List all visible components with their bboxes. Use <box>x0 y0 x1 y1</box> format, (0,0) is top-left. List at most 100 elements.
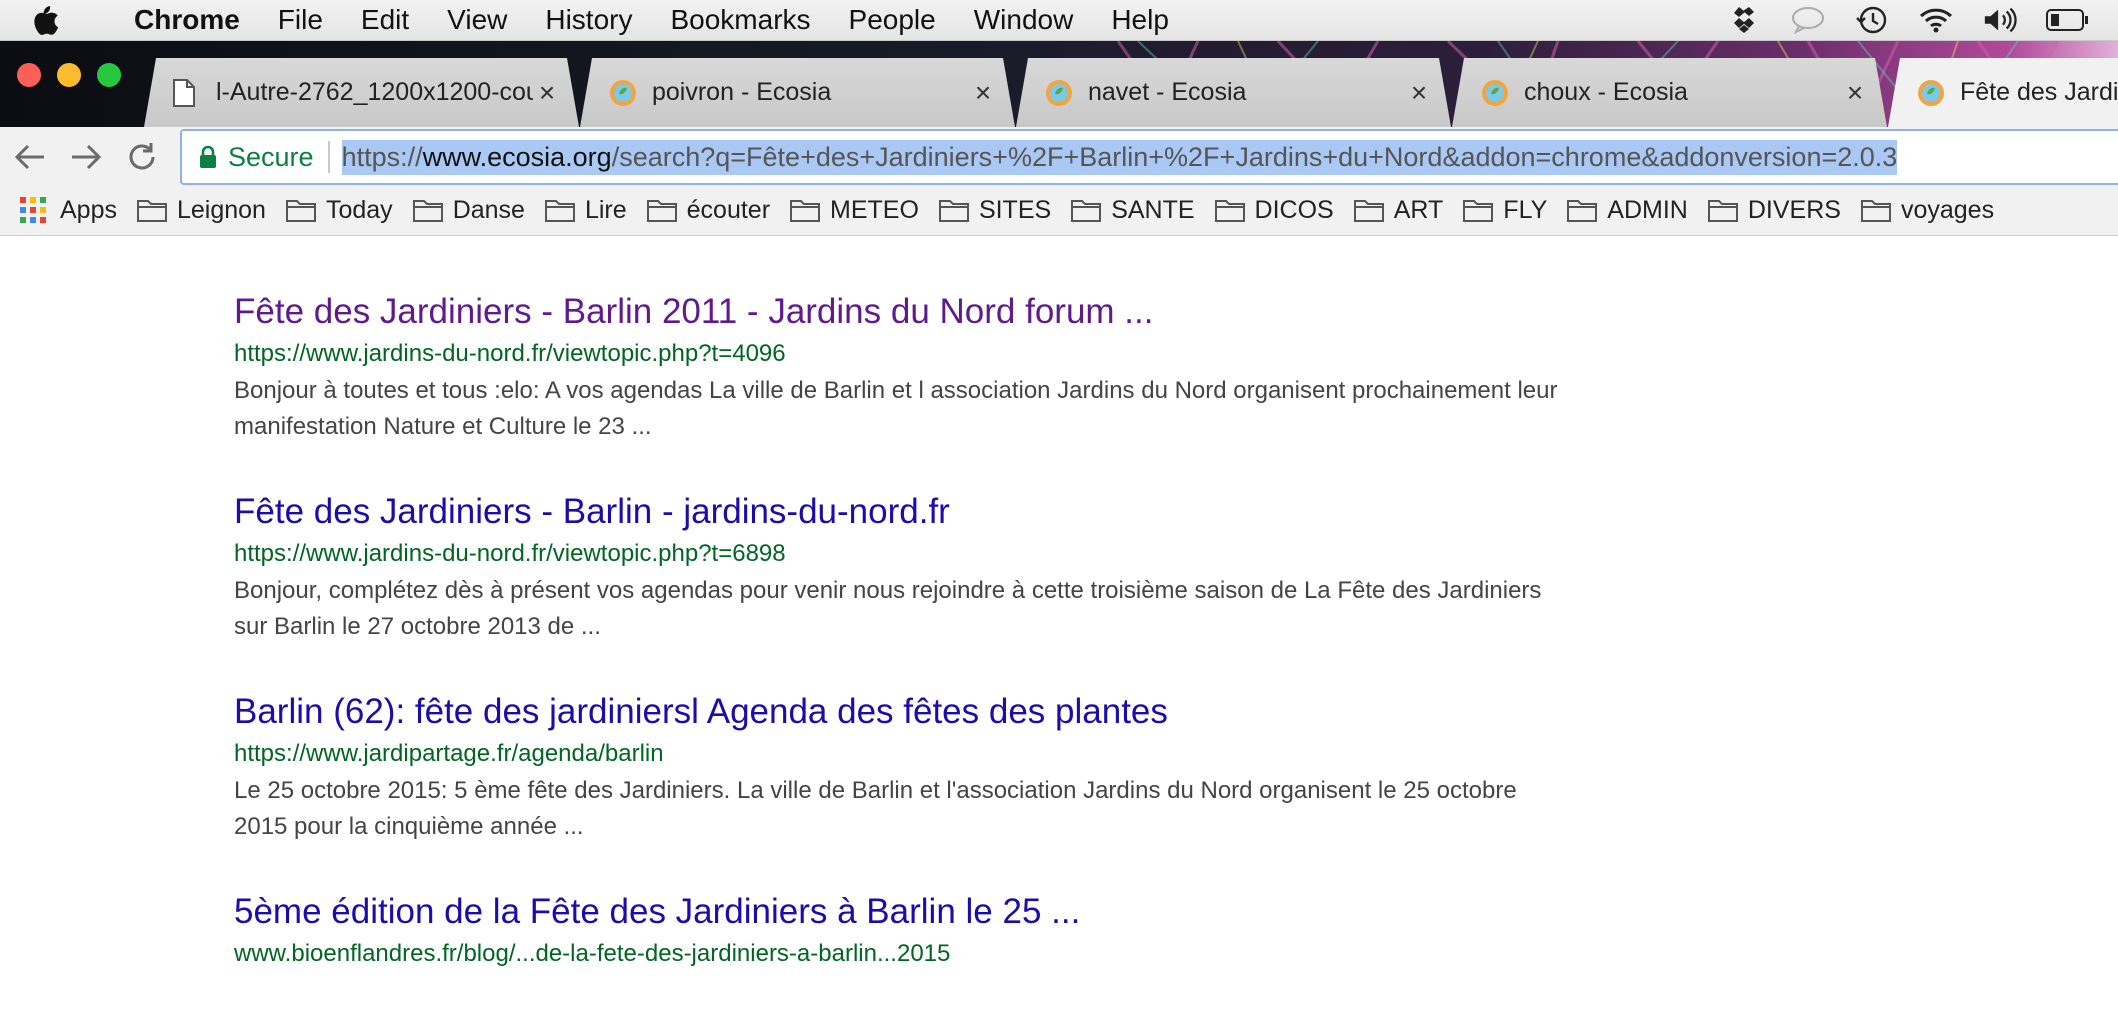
bookmark-label: DIVERS <box>1747 195 1841 224</box>
url-host: www.ecosia.org <box>422 141 612 172</box>
tab-close-icon[interactable]: × <box>969 77 997 109</box>
result-snippet: Bonjour, complétez dès à présent vos age… <box>234 577 1542 640</box>
menu-history[interactable]: History <box>545 4 632 36</box>
search-results: Fête des Jardiniers - Barlin 2011 - Jard… <box>234 290 1574 1016</box>
menu-view[interactable]: View <box>447 4 507 36</box>
browser-toolbar: Secure https://www.ecosia.org/search?q=F… <box>0 127 2118 185</box>
url-text[interactable]: https://www.ecosia.org/search?q=Fête+des… <box>341 139 1898 175</box>
secure-label[interactable]: Secure <box>228 142 314 173</box>
address-bar[interactable]: Secure https://www.ecosia.org/search?q=F… <box>180 129 2118 185</box>
time-machine-icon[interactable] <box>1854 5 1890 35</box>
result-title-link[interactable]: 5ème édition de la Fête des Jardiniers à… <box>234 890 1574 934</box>
menu-edit[interactable]: Edit <box>361 4 409 36</box>
tab-title: poivron - Ecosia <box>652 78 832 106</box>
tab-close-icon[interactable]: × <box>533 77 561 109</box>
url-path: /search?q=Fête+des+Jardiniers+%2F+Barlin… <box>611 141 1898 172</box>
result-url: www.bioenflandres.fr/blog/...de-la-fete-… <box>234 940 951 967</box>
window-close-button[interactable] <box>17 63 41 87</box>
menu-help[interactable]: Help <box>1111 4 1169 36</box>
wifi-icon[interactable] <box>1918 5 1954 35</box>
result-url: https://www.jardipartage.fr/agenda/barli… <box>234 740 664 767</box>
search-result: Fête des Jardiniers - Barlin 2011 - Jard… <box>234 290 1574 445</box>
bookmark-folder-leignon[interactable]: Leignon <box>136 195 266 225</box>
tab-title: Fête des Jardi <box>1960 78 2118 106</box>
apple-icon[interactable] <box>30 4 74 36</box>
result-title-link[interactable]: Barlin (62): fête des jardiniersl Agenda… <box>234 690 1574 734</box>
menu-people[interactable]: People <box>849 4 936 36</box>
folder-icon <box>1463 197 1495 223</box>
bookmark-folder-fly[interactable]: FLY <box>1463 196 1547 225</box>
bookmark-label: Apps <box>60 195 117 224</box>
bookmark-folder-art[interactable]: ART <box>1353 195 1444 225</box>
result-title-link[interactable]: Fête des Jardiniers - Barlin 2011 - Jard… <box>234 290 1574 334</box>
tab-strip: l-Autre-2762_1200x1200-cou × poivron - E… <box>0 41 2118 127</box>
result-url: https://www.jardins-du-nord.fr/viewtopic… <box>234 540 786 567</box>
battery-icon[interactable] <box>2046 5 2090 35</box>
tab-autre-image[interactable]: l-Autre-2762_1200x1200-cou × <box>144 58 579 127</box>
bookmark-label: Leignon <box>176 195 266 224</box>
volume-icon[interactable] <box>1982 5 2018 35</box>
bookmark-label: METEO <box>830 195 919 224</box>
tab-choux[interactable]: choux - Ecosia × <box>1452 58 1887 127</box>
menu-bookmarks[interactable]: Bookmarks <box>670 4 810 36</box>
result-snippet: Bonjour à toutes et tous :elo: A vos age… <box>234 377 1558 440</box>
tab-title: l-Autre-2762_1200x1200-cou <box>216 78 533 106</box>
dropbox-icon[interactable] <box>1726 5 1762 35</box>
tab-close-icon[interactable]: × <box>1405 77 1433 109</box>
bookmark-folder-sante[interactable]: SANTE <box>1071 195 1195 225</box>
bookmark-label: voyages <box>1900 195 1995 224</box>
bookmark-folder-sites[interactable]: SITES <box>938 195 1052 225</box>
ecosia-icon <box>1480 78 1510 108</box>
search-result: Fête des Jardiniers - Barlin - jardins-d… <box>234 490 1574 645</box>
bookmark-label: SITES <box>978 195 1052 224</box>
tab-fete-des-jardiniers[interactable]: Fête des Jardi <box>1888 58 2118 127</box>
folder-icon <box>790 197 822 223</box>
bookmark-folder-dicos[interactable]: DICOS <box>1214 195 1334 225</box>
folder-icon <box>1071 197 1103 223</box>
ecosia-icon <box>1044 78 1074 108</box>
window-zoom-button[interactable] <box>97 63 121 87</box>
bookmark-folder-ecouter[interactable]: écouter <box>646 196 770 225</box>
reload-button[interactable] <box>120 135 164 179</box>
result-title-link[interactable]: Fête des Jardiniers - Barlin - jardins-d… <box>234 490 1574 534</box>
search-result: Barlin (62): fête des jardiniersl Agenda… <box>234 690 1574 845</box>
bookmark-folder-danse[interactable]: Danse <box>412 196 525 225</box>
bookmark-apps[interactable]: Apps <box>20 196 117 225</box>
bookmark-label: SANTE <box>1111 195 1195 224</box>
url-scheme: https:// <box>341 141 423 172</box>
bookmark-folder-divers[interactable]: DIVERS <box>1707 195 1841 225</box>
bookmarks-bar: Apps Leignon Today Danse Lire écouter ME… <box>0 185 2118 236</box>
folder-icon <box>1567 197 1599 223</box>
forward-button[interactable] <box>64 135 108 179</box>
folder-icon <box>938 197 971 223</box>
menu-app-name[interactable]: Chrome <box>134 4 240 36</box>
status-tray <box>1726 0 2118 40</box>
menu-file[interactable]: File <box>278 4 323 36</box>
window-minimize-button[interactable] <box>57 63 81 87</box>
folder-icon <box>646 197 679 223</box>
apps-grid-icon <box>20 197 52 223</box>
bookmark-folder-meteo[interactable]: METEO <box>790 196 919 225</box>
menu-window[interactable]: Window <box>974 4 1074 36</box>
bookmark-folder-voyages[interactable]: voyages <box>1860 195 1995 225</box>
address-separator <box>327 141 330 173</box>
bookmark-label: Lire <box>584 195 627 224</box>
bookmark-folder-today[interactable]: Today <box>285 195 393 225</box>
tab-poivron[interactable]: poivron - Ecosia × <box>580 58 1015 127</box>
folder-icon <box>1353 197 1386 223</box>
speech-bubble-icon[interactable] <box>1790 5 1826 35</box>
bookmark-folder-lire[interactable]: Lire <box>544 195 627 225</box>
bookmark-folder-admin[interactable]: ADMIN <box>1567 196 1688 225</box>
tab-close-icon[interactable]: × <box>1841 77 1869 109</box>
folder-icon <box>412 197 445 223</box>
result-snippet: Le 25 octobre 2015: 5 ème fête des Jardi… <box>234 777 1517 840</box>
tab-title: navet - Ecosia <box>1088 78 1247 106</box>
lock-icon[interactable] <box>198 145 218 169</box>
tab-title: choux - Ecosia <box>1524 78 1688 106</box>
back-button[interactable] <box>8 135 52 179</box>
folder-icon <box>1707 197 1740 223</box>
bookmark-label: DICOS <box>1254 195 1334 224</box>
tab-navet[interactable]: navet - Ecosia × <box>1016 58 1451 127</box>
bookmark-label: Today <box>325 195 393 224</box>
bookmark-label: ART <box>1393 195 1444 224</box>
